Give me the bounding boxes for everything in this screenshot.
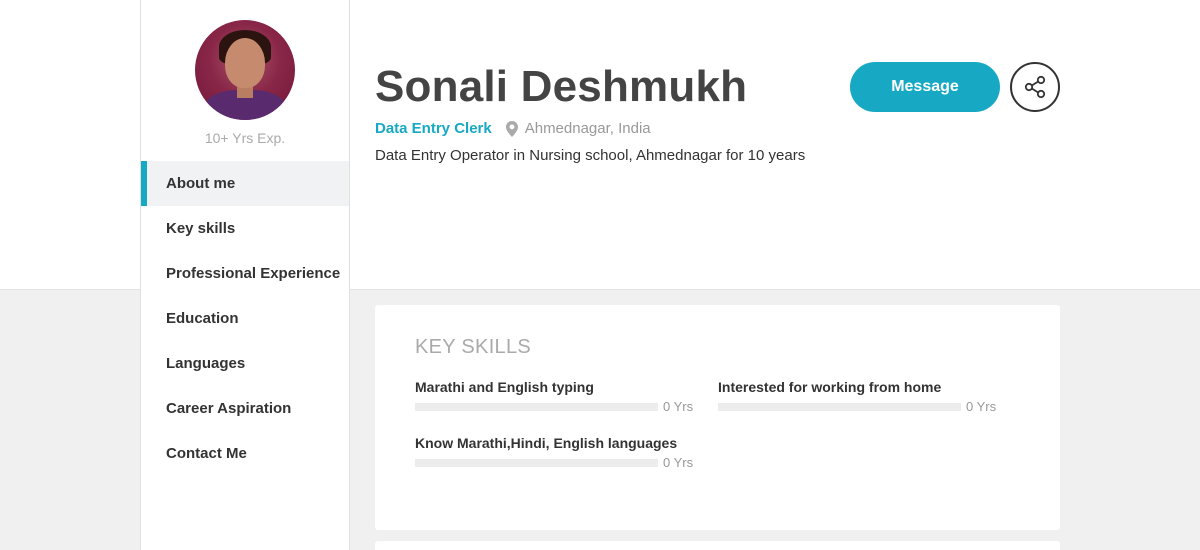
skill-item: Marathi and English typing 0 Yrs [415,379,695,414]
sidebar-item-professional-experience[interactable]: Professional Experience [141,251,349,296]
sidebar-item-about-me[interactable]: About me [141,161,349,206]
sidebar-item-contact-me[interactable]: Contact Me [141,431,349,476]
sidebar-item-languages[interactable]: Languages [141,341,349,386]
next-section-card [375,541,1060,550]
sidebar-nav: About me Key skills Professional Experie… [141,161,349,476]
sidebar: 10+ Yrs Exp. About me Key skills Profess… [140,0,350,550]
avatar [195,20,295,120]
share-icon [1024,75,1046,99]
role-location-row: Data Entry Clerk Ahmednagar, India [375,120,651,137]
share-button[interactable] [1010,62,1060,112]
skill-years: 0 Yrs [663,399,694,414]
skill-years: 0 Yrs [966,399,997,414]
skill-name: Interested for working from home [718,379,942,395]
skill-item: Know Marathi,Hindi, English languages 0 … [415,435,695,470]
skill-name: Know Marathi,Hindi, English languages [415,435,678,451]
profile-name: Sonali Deshmukh [375,62,748,111]
sidebar-item-key-skills[interactable]: Key skills [141,206,349,251]
skill-progress-bar [718,402,961,411]
job-role[interactable]: Data Entry Clerk [375,120,492,137]
sidebar-item-education[interactable]: Education [141,296,349,341]
location-pin-icon [505,120,518,137]
experience-label: 10+ Yrs Exp. [204,130,286,146]
message-button[interactable]: Message [850,62,1000,112]
key-skills-title: KEY SKILLS [415,336,532,358]
sidebar-item-career-aspiration[interactable]: Career Aspiration [141,386,349,431]
skill-item: Interested for working from home 0 Yrs [718,379,998,414]
profile-tagline: Data Entry Operator in Nursing school, A… [375,147,806,164]
skill-years: 0 Yrs [663,455,694,470]
location: Ahmednagar, India [524,120,651,137]
key-skills-card: KEY SKILLS Marathi and English typing 0 … [375,305,1060,530]
skill-progress-bar [415,402,658,411]
skill-name: Marathi and English typing [415,379,594,395]
skill-progress-bar [415,458,658,467]
